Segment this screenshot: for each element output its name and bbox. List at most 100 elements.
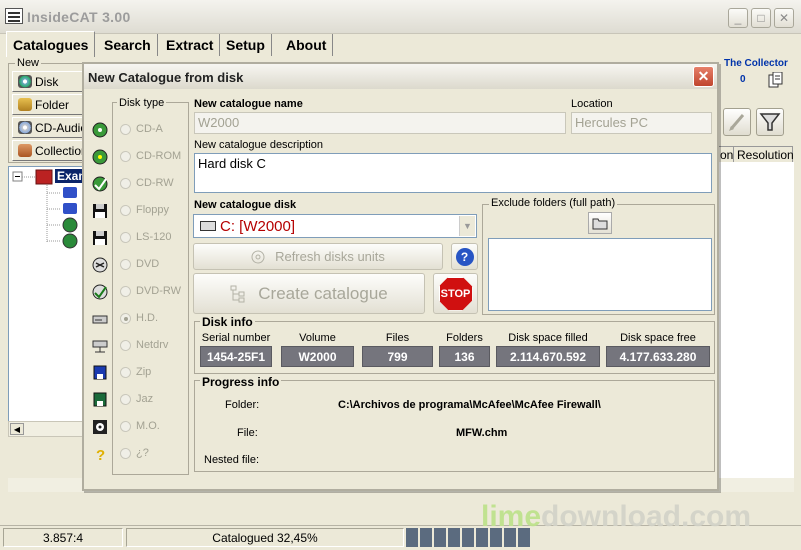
radio-button[interactable] [120,447,131,459]
tab-about[interactable]: About [280,34,334,56]
exclude-folders-list[interactable] [488,238,712,311]
disk-type-option-label: Jaz [136,393,154,405]
radio-button[interactable] [120,258,131,270]
tab-search[interactable]: Search [98,34,158,56]
catalogue-tree[interactable] [8,166,86,422]
filter-tool-button[interactable] [756,108,784,136]
disk-type-option[interactable]: CD-A [120,123,163,135]
minimize-button[interactable]: _ [728,8,748,28]
radio-button[interactable] [120,339,131,351]
radio-button[interactable] [120,231,131,243]
tree-horizontal-scrollbar[interactable]: ◀ [8,421,86,437]
disk-type-option-label: CD-A [136,123,163,135]
new-cd-audio-button[interactable]: CD-Audio [12,117,88,138]
disk-type-option[interactable]: M.O. [120,420,160,432]
new-cd-audio-label: CD-Audio [35,120,85,135]
svg-text:?: ? [96,447,105,462]
watermark-part2: download.com [541,500,752,533]
scroll-left-arrow-icon[interactable]: ◀ [10,423,24,435]
disk-type-option[interactable]: CD-RW [120,177,174,189]
file-list-panel[interactable] [716,162,794,492]
drive-icon [200,221,216,231]
close-button[interactable]: ✕ [774,8,794,28]
radio-button[interactable] [120,204,131,216]
dialog-close-button[interactable]: ✕ [693,66,714,87]
radio-button[interactable] [120,420,131,432]
progress-info-legend: Progress info [200,375,282,389]
disk-info-space-filled: Disk space filled 2.114.670.592 [496,332,600,367]
chevron-down-icon[interactable]: ▼ [459,216,475,236]
disk-info-value: 136 [439,346,490,367]
disk-type-option-label: M.O. [136,420,160,432]
browse-folder-button[interactable] [588,212,612,234]
cd-rw-icon [92,176,108,192]
disk-type-option[interactable]: Zip [120,366,151,378]
stop-button[interactable]: STOP [433,273,478,314]
disk-type-option[interactable]: Jaz [120,393,153,405]
disk-type-option[interactable]: DVD-RW [120,285,181,297]
progress-segment [448,528,460,547]
radio-button[interactable] [120,123,131,135]
window-title: InsideCAT 3.00 [27,9,131,25]
app-icon [5,8,23,24]
pencil-tool-button[interactable] [723,108,751,136]
tab-setup[interactable]: Setup [220,34,272,56]
maximize-button[interactable]: □ [751,8,771,28]
disk-type-option[interactable]: ¿? [120,447,149,459]
catalogue-disk-select[interactable]: C: [W2000] ▼ [193,214,477,238]
progress-segment [756,528,768,547]
floppy-icon [93,204,107,218]
description-field[interactable]: Hard disk C [194,153,712,193]
radio-button[interactable] [120,312,131,324]
cd-audio-icon [18,121,32,134]
refresh-disks-button[interactable]: Refresh disks units [193,243,443,270]
tree-lines [12,169,78,249]
catalogue-disk-value: C: [W2000] [220,217,296,235]
cd-rom-icon [92,149,108,165]
network-drive-icon [92,340,108,353]
collector-label: The Collector [724,58,788,69]
new-folder-button[interactable]: Folder [12,94,88,115]
tab-extract[interactable]: Extract [160,34,221,56]
new-disk-button[interactable]: Disk [12,71,88,92]
catalogue-disk-label: New catalogue disk [194,199,297,211]
tab-catalogues[interactable]: Catalogues [6,31,96,57]
funnel-icon [759,113,781,131]
column-header-resolution[interactable]: Resolution [733,146,794,163]
radio-button[interactable] [120,366,131,378]
cd-a-icon [92,122,108,138]
new-folder-label: Folder [35,97,70,112]
disk-type-option[interactable]: CD-ROM [120,150,181,162]
new-collection-button[interactable]: Collection [12,140,88,161]
help-button[interactable]: ? [451,243,478,270]
location-label: Location [571,98,613,110]
catalogue-name-field[interactable]: W2000 [194,112,566,134]
collector-icon[interactable] [768,71,784,88]
create-catalogue-button[interactable]: Create catalogue [193,273,425,314]
disk-type-option[interactable]: H.D. [120,312,158,324]
status-position: 3.857:4 [3,528,123,547]
zip-icon [93,365,107,380]
disk-icon [18,75,32,88]
disk-type-option[interactable]: Floppy [120,204,169,216]
refresh-disks-label: Refresh disks units [275,249,385,264]
stop-sign-icon: STOP [438,276,473,311]
radio-button[interactable] [120,177,131,189]
radio-button[interactable] [120,393,131,405]
disk-type-option-label: ¿? [136,447,149,459]
disk-type-option[interactable]: DVD [120,258,159,270]
dvd-icon [92,257,108,273]
disk-info-value: 2.114.670.592 [496,346,600,367]
radio-button[interactable] [120,150,131,162]
progress-info-group [194,380,715,472]
disk-info-volume: Volume W2000 [281,332,354,367]
disk-type-option[interactable]: Netdrv [120,339,168,351]
disk-type-option[interactable]: LS-120 [120,231,171,243]
radio-button[interactable] [120,285,131,297]
location-field[interactable]: Hercules PC [571,112,712,134]
description-label: New catalogue description [194,139,324,151]
disk-info-label: Disk space free [620,332,696,344]
jaz-icon [93,392,107,407]
disk-info-value: 1454-25F1 [200,346,272,367]
disk-info-label: Serial number [201,332,271,344]
